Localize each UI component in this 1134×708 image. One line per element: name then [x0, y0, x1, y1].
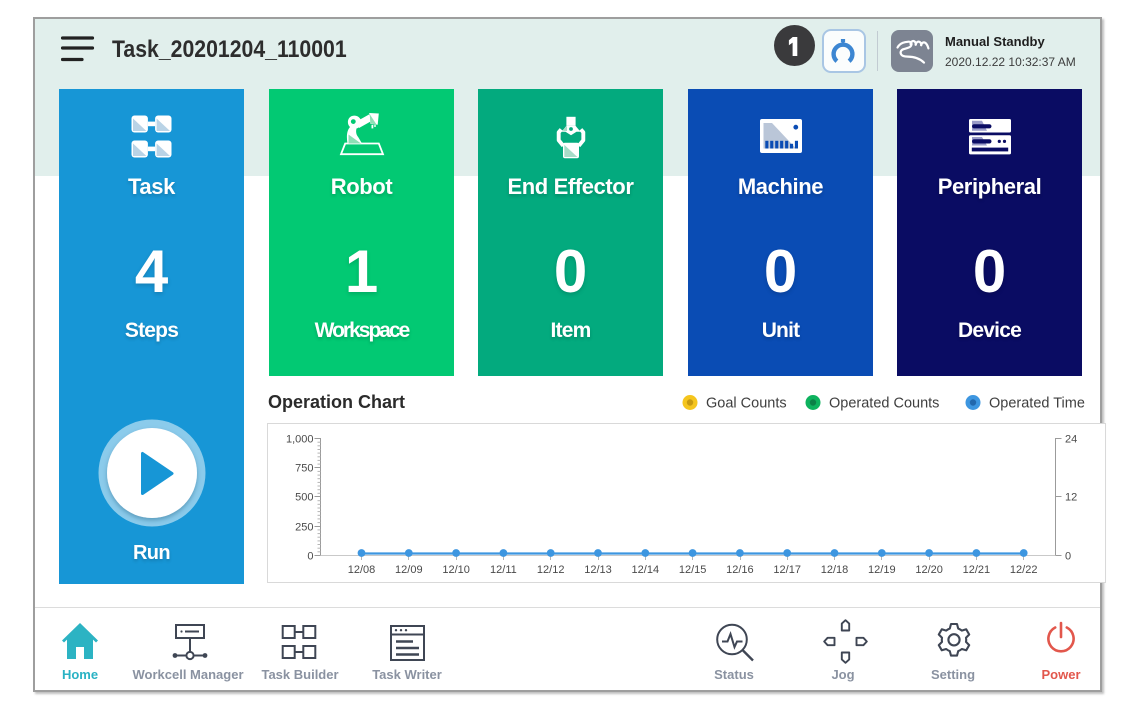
svg-text:12/14: 12/14 [632, 564, 660, 576]
svg-text:12/20: 12/20 [915, 564, 943, 576]
svg-text:12/16: 12/16 [726, 564, 754, 576]
svg-text:12/12: 12/12 [537, 564, 565, 576]
svg-text:12/22: 12/22 [1010, 564, 1038, 576]
svg-text:12/15: 12/15 [679, 564, 707, 576]
svg-text:0: 0 [307, 551, 313, 563]
svg-text:Operated Time: Operated Time [989, 396, 1085, 412]
svg-text:250: 250 [295, 522, 313, 534]
svg-text:12: 12 [1065, 492, 1077, 504]
svg-text:12/18: 12/18 [821, 564, 849, 576]
svg-text:12/08: 12/08 [348, 564, 376, 576]
svg-text:12/19: 12/19 [868, 564, 896, 576]
svg-text:Goal Counts: Goal Counts [706, 396, 787, 412]
svg-text:12/17: 12/17 [773, 564, 801, 576]
svg-text:750: 750 [295, 463, 313, 475]
svg-text:12/11: 12/11 [490, 564, 517, 576]
svg-text:12/10: 12/10 [442, 564, 470, 576]
svg-text:Operated Counts: Operated Counts [829, 396, 939, 412]
svg-text:1,000: 1,000 [286, 434, 314, 446]
svg-text:12/21: 12/21 [963, 564, 991, 576]
svg-text:12/13: 12/13 [584, 564, 612, 576]
svg-text:12/09: 12/09 [395, 564, 423, 576]
svg-text:24: 24 [1065, 434, 1077, 446]
svg-text:500: 500 [295, 492, 313, 504]
svg-text:0: 0 [1065, 551, 1071, 563]
